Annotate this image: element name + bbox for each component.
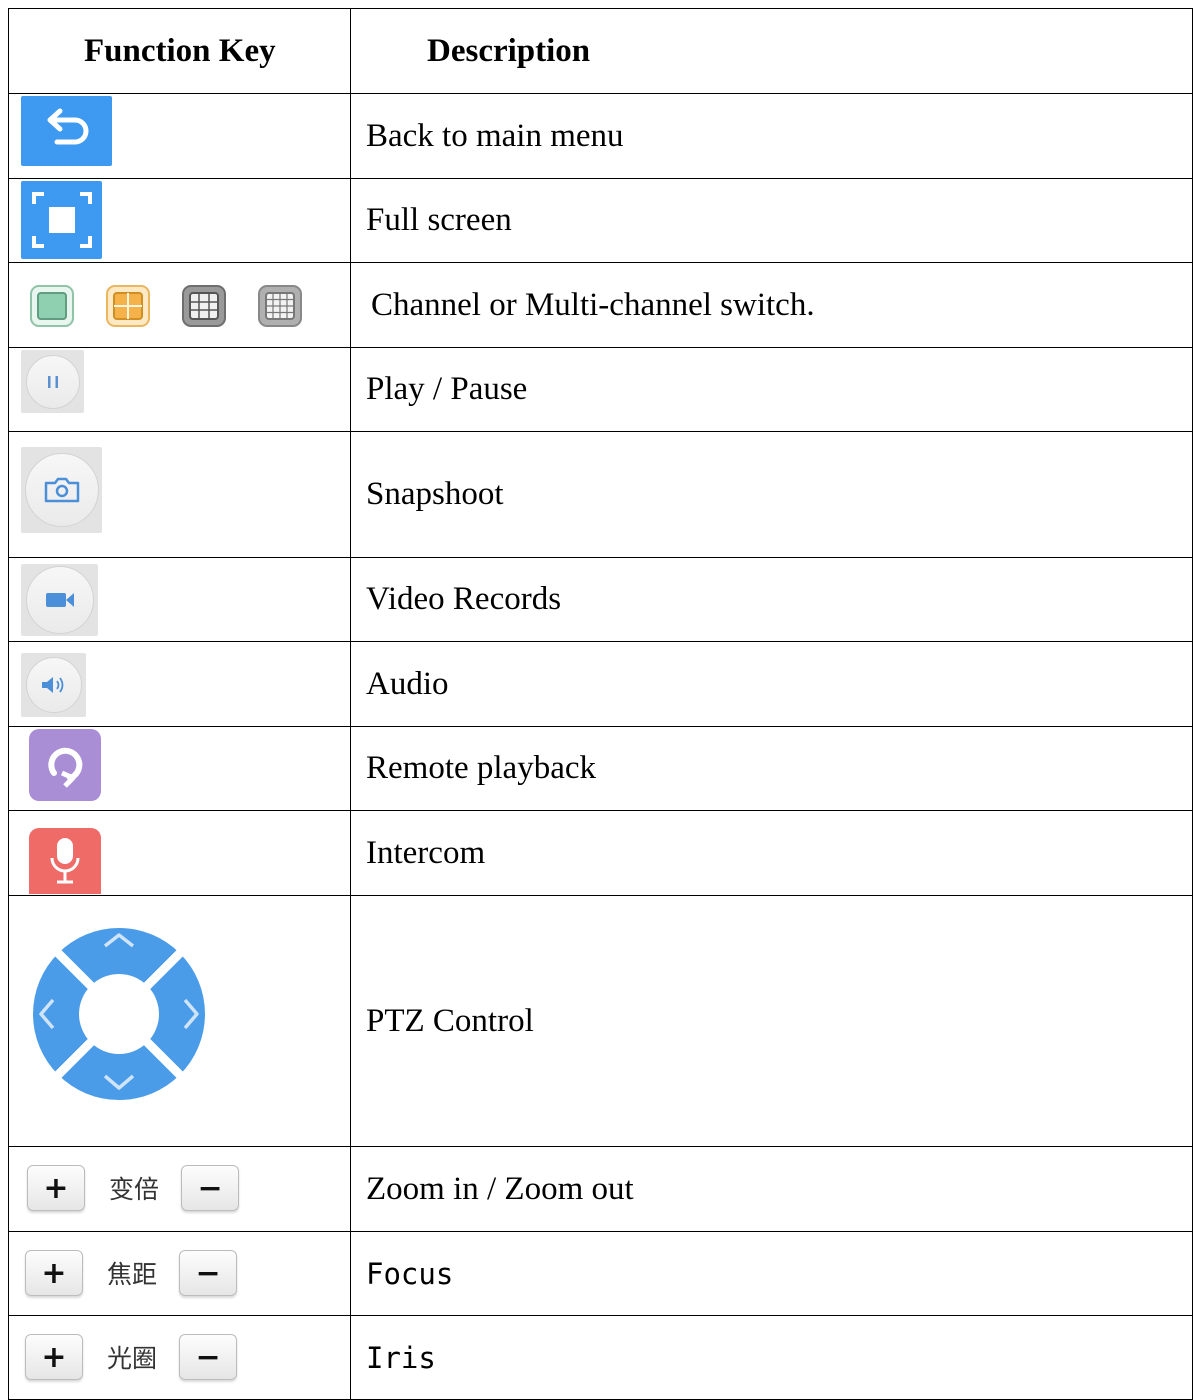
focus-minus-button[interactable]: − (179, 1250, 238, 1296)
camera-icon (24, 453, 99, 527)
single-channel-icon[interactable] (29, 284, 75, 328)
snapshot-button[interactable] (21, 447, 102, 533)
table-row: Intercom (8, 810, 1193, 896)
speaker-icon (25, 657, 82, 713)
description-cell: Channel or Multi-channel switch. (350, 262, 1193, 348)
header-function-key: Function Key (8, 8, 351, 94)
description-cell: Back to main menu (350, 93, 1193, 179)
description-cell: Focus (350, 1231, 1193, 1316)
microphone-icon[interactable] (29, 828, 101, 894)
table-row: Video Records (8, 557, 1193, 642)
function-key-cell: + 光圈 − (8, 1315, 351, 1400)
function-key-cell (8, 431, 351, 558)
back-icon[interactable] (21, 96, 112, 166)
record-button[interactable] (21, 564, 98, 636)
function-key-table: Function Key Description Back to main me… (8, 8, 1193, 1400)
function-key-cell: + 焦距 − (8, 1231, 351, 1316)
audio-button[interactable] (21, 653, 86, 717)
focus-label: 焦距 (107, 1260, 158, 1289)
function-key-cell (8, 347, 351, 432)
table-header-row: Function Key Description (8, 8, 1193, 94)
iris-minus-button[interactable]: − (179, 1334, 238, 1380)
description-cell: Snapshoot (350, 431, 1193, 558)
function-key-cell: + 变倍 − (8, 1146, 351, 1232)
nine-channel-icon[interactable] (181, 284, 227, 328)
playback-icon[interactable] (29, 729, 101, 801)
table-row: + 光圈 − Iris (8, 1315, 1193, 1400)
description-cell: Play / Pause (350, 347, 1193, 432)
description-cell: Remote playback (350, 726, 1193, 811)
description-cell: Intercom (350, 810, 1193, 896)
table-row: Remote playback (8, 726, 1193, 811)
table-row: Audio (8, 641, 1193, 727)
zoom-in-button[interactable]: + (27, 1165, 85, 1211)
function-key-cell (8, 557, 351, 642)
function-key-cell (8, 93, 351, 179)
header-description: Description (350, 8, 1193, 94)
table-row: Snapshoot (8, 431, 1193, 558)
ptz-dpad-icon[interactable] (31, 926, 207, 1102)
function-key-cell (8, 178, 351, 263)
function-key-cell (8, 641, 351, 727)
sixteen-channel-icon[interactable] (257, 284, 303, 328)
function-key-cell (8, 262, 351, 348)
table-row: Channel or Multi-channel switch. (8, 262, 1193, 348)
description-cell: PTZ Control (350, 895, 1193, 1147)
table-row: PTZ Control (8, 895, 1193, 1147)
description-cell: Zoom in / Zoom out (350, 1146, 1193, 1232)
function-key-cell (8, 810, 351, 896)
zoom-label: 变倍 (109, 1175, 160, 1204)
pause-button[interactable] (21, 350, 84, 413)
table-row: Play / Pause (8, 347, 1193, 432)
description-cell: Audio (350, 641, 1193, 727)
function-key-cell (8, 726, 351, 811)
zoom-out-button[interactable]: − (181, 1165, 240, 1211)
description-cell: Full screen (350, 178, 1193, 263)
fullscreen-icon[interactable] (21, 181, 102, 259)
video-camera-icon (25, 566, 94, 634)
description-cell: Iris (350, 1315, 1193, 1400)
iris-label: 光圈 (107, 1344, 158, 1373)
table-row: Back to main menu (8, 93, 1193, 179)
focus-plus-button[interactable]: + (25, 1250, 83, 1296)
table-row: + 焦距 − Focus (8, 1231, 1193, 1316)
table-row: Full screen (8, 178, 1193, 263)
four-channel-icon[interactable] (105, 284, 151, 328)
pause-icon (25, 354, 80, 409)
table-row: + 变倍 − Zoom in / Zoom out (8, 1146, 1193, 1232)
function-key-cell (8, 895, 351, 1147)
description-cell: Video Records (350, 557, 1193, 642)
iris-plus-button[interactable]: + (25, 1334, 83, 1380)
